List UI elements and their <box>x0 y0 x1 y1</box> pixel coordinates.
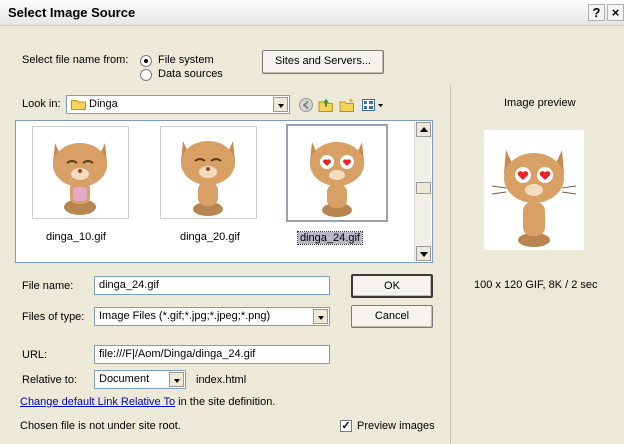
preview-image <box>484 130 584 250</box>
filetype-select[interactable]: Image Files (*.gif;*.jpg;*.jpeg;*.png) <box>94 307 330 326</box>
help-button[interactable]: ? <box>588 4 605 21</box>
preview-info: 100 x 120 GIF, 8K / 2 sec <box>474 279 598 291</box>
panel-divider <box>450 85 451 444</box>
file-list-scrollbar[interactable] <box>414 122 431 261</box>
relative-value: Document <box>99 373 150 385</box>
preview-title: Image preview <box>504 97 576 109</box>
filetype-label: Files of type: <box>22 311 85 323</box>
file-thumbnail <box>32 126 129 219</box>
up-folder-icon[interactable] <box>318 97 334 113</box>
folder-icon <box>71 99 86 110</box>
file-item-dinga-20[interactable]: dinga_20.gif <box>152 121 262 261</box>
link-suffix: in the site definition. <box>175 396 276 408</box>
file-item-dinga-24[interactable]: dinga_24.gif <box>278 121 392 261</box>
lookin-combo[interactable]: Dinga <box>66 95 290 114</box>
title-bar: Select Image Source ? × <box>0 0 624 26</box>
sites-servers-button[interactable]: Sites and Servers... <box>262 50 384 74</box>
relative-file: index.html <box>196 374 247 386</box>
radio-data-sources[interactable] <box>140 69 152 81</box>
radio-data-sources-label: Data sources <box>158 68 223 80</box>
view-menu-icon[interactable] <box>361 97 385 113</box>
file-thumbnail-selected <box>286 124 388 222</box>
relative-select[interactable]: Document <box>94 370 186 389</box>
chevron-down-icon[interactable] <box>273 97 288 112</box>
radio-file-system[interactable] <box>140 55 152 67</box>
scroll-up-icon[interactable] <box>416 122 431 137</box>
ok-button[interactable]: OK <box>351 274 433 298</box>
cat-image-icon <box>53 143 107 215</box>
file-name-label-selected: dinga_24.gif <box>297 231 363 245</box>
file-thumbnail <box>160 126 257 219</box>
cat-image-icon <box>310 142 364 217</box>
status-text: Chosen file is not under site root. <box>20 420 181 432</box>
file-name-label: dinga_20.gif <box>180 231 240 243</box>
close-button[interactable]: × <box>607 4 624 21</box>
file-item-dinga-10[interactable]: dinga_10.gif <box>24 121 134 261</box>
filename-label: File name: <box>22 280 74 292</box>
change-relative-link[interactable]: Change default Link Relative To <box>20 396 175 408</box>
filetype-value: Image Files (*.gif;*.jpg;*.jpeg;*.png) <box>99 310 271 322</box>
link-line: Change default Link Relative To in the s… <box>20 396 275 408</box>
file-list[interactable]: dinga_10.gif dinga_20.gif dinga_24.gif <box>15 120 433 263</box>
source-label: Select file name from: <box>22 54 129 66</box>
dialog-title: Select Image Source <box>8 5 136 20</box>
preview-checkbox[interactable]: ✓ <box>340 420 352 432</box>
preview-checkbox-label: Preview images <box>357 420 435 432</box>
radio-file-system-label: File system <box>158 54 214 66</box>
cancel-button[interactable]: Cancel <box>351 305 433 328</box>
lookin-value: Dinga <box>89 98 118 110</box>
scroll-down-icon[interactable] <box>416 246 431 261</box>
back-icon[interactable] <box>298 97 314 113</box>
chevron-down-icon[interactable] <box>169 372 184 387</box>
lookin-label: Look in: <box>22 98 61 110</box>
relative-label: Relative to: <box>22 374 78 386</box>
cat-image-icon <box>491 150 577 247</box>
file-name-label: dinga_10.gif <box>46 231 106 243</box>
chevron-down-icon[interactable] <box>313 309 328 324</box>
url-input[interactable]: file:///F|/Aom/Dinga/dinga_24.gif <box>94 345 330 364</box>
new-folder-icon[interactable] <box>339 97 355 113</box>
url-label: URL: <box>22 349 48 361</box>
cat-image-icon <box>181 141 235 216</box>
filename-input[interactable]: dinga_24.gif <box>94 276 330 295</box>
scroll-thumb[interactable] <box>416 182 431 194</box>
